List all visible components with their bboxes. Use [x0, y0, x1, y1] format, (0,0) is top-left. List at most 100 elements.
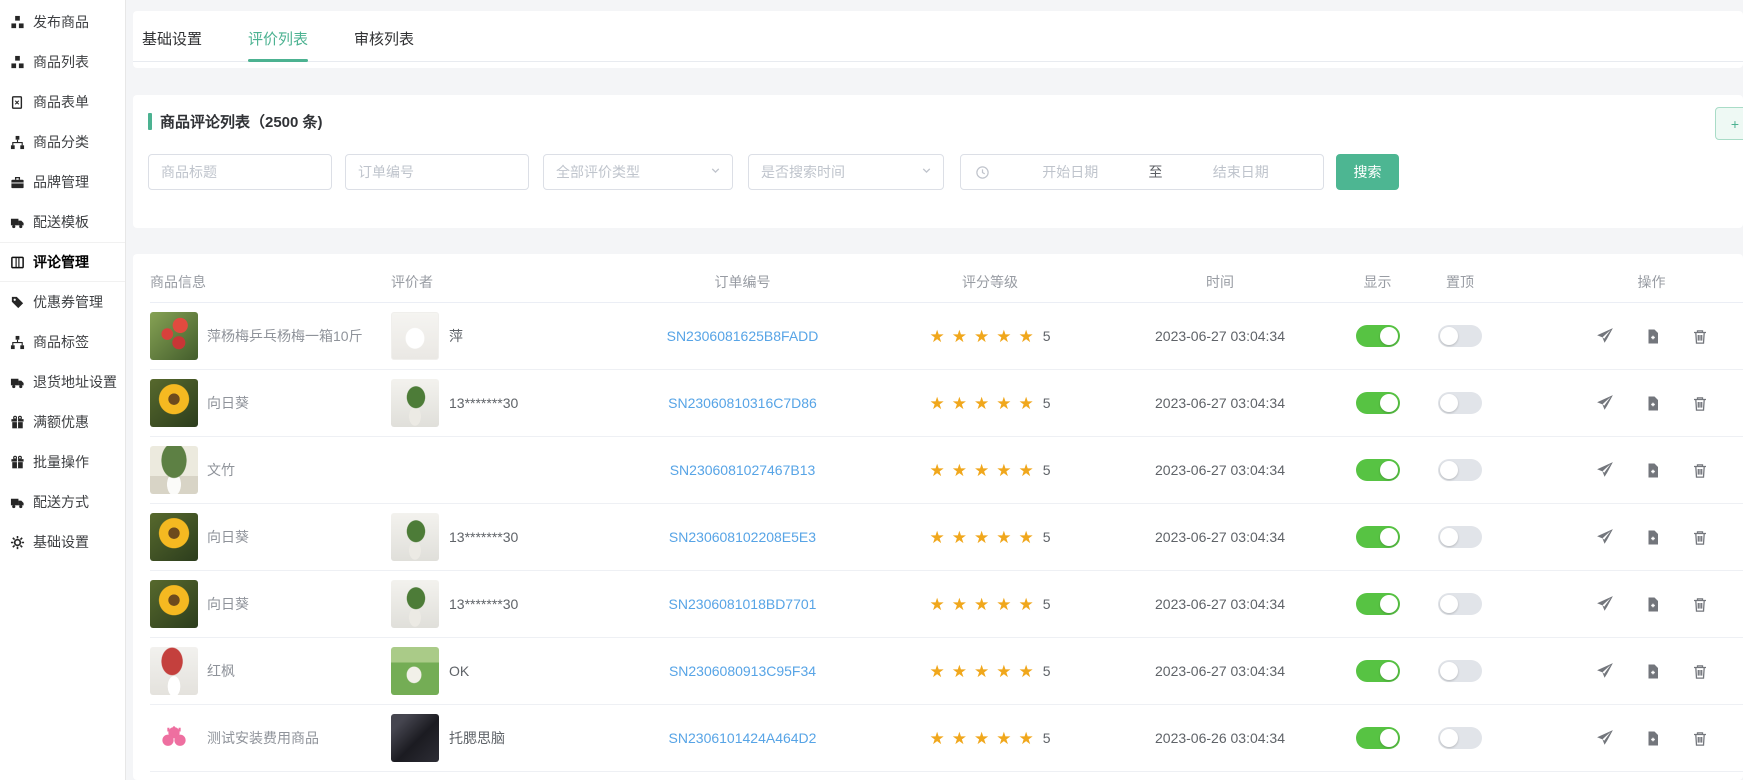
order-number-link[interactable]: SN2306081018BD7701: [669, 596, 817, 612]
sidebar-item-product-form[interactable]: 商品表单: [0, 82, 125, 122]
tab-review-list[interactable]: 评价列表: [248, 28, 308, 61]
pin-toggle[interactable]: [1438, 325, 1482, 347]
delete-trash-icon[interactable]: [1692, 730, 1708, 747]
copy-add-file-icon[interactable]: [1645, 462, 1661, 479]
sidebar-item-product-category[interactable]: 商品分类: [0, 122, 125, 162]
delete-trash-icon[interactable]: [1692, 395, 1708, 412]
order-number-link[interactable]: SN2306081625B8FADD: [667, 328, 819, 344]
pin-toggle[interactable]: [1438, 593, 1482, 615]
copy-add-file-icon[interactable]: [1645, 328, 1661, 345]
product-cell: 向日葵: [150, 379, 385, 427]
sidebar-item-label: 满额优惠: [33, 412, 89, 432]
rating-value: 5: [1043, 730, 1051, 746]
sidebar-item-delivery-template[interactable]: 配送模板: [0, 202, 125, 242]
sidebar-item-basic-settings[interactable]: 基础设置: [0, 522, 125, 562]
delete-trash-icon[interactable]: [1692, 462, 1708, 479]
sidebar-item-delivery-method[interactable]: 配送方式: [0, 482, 125, 522]
actions-cell: [1500, 595, 1743, 613]
order-number-link[interactable]: SN2306080913C95F34: [669, 663, 816, 679]
tab-bar: 基础设置 评价列表 审核列表: [133, 11, 1743, 62]
delete-trash-icon[interactable]: [1692, 663, 1708, 680]
sidebar-item-product-list[interactable]: 商品列表: [0, 42, 125, 82]
product-image: [150, 647, 198, 695]
briefcase-icon: [9, 174, 25, 190]
delete-trash-icon[interactable]: [1692, 529, 1708, 546]
sidebar-item-batch-operations[interactable]: 批量操作: [0, 442, 125, 482]
order-number-link[interactable]: SN2306081027467B13: [670, 462, 816, 478]
filter-bar: 全部评价类型 是否搜索时间 开始日期 至 结束日期 搜索: [148, 154, 1743, 190]
copy-add-file-icon[interactable]: [1645, 596, 1661, 613]
star-rating-icons: ★★★★★: [930, 596, 1041, 613]
order-number-link[interactable]: SN230608102208E5E3: [669, 529, 816, 545]
reply-send-icon[interactable]: [1596, 327, 1614, 345]
toggle-knob: [1380, 327, 1398, 345]
rating-value: 5: [1043, 596, 1051, 612]
reply-send-icon[interactable]: [1596, 394, 1614, 412]
table-row: 红枫 OK SN2306080913C95F34 ★★★★★ 5 2023-06…: [150, 638, 1743, 705]
copy-add-file-icon[interactable]: [1645, 529, 1661, 546]
truck-icon: [9, 374, 25, 390]
show-toggle[interactable]: [1356, 392, 1400, 414]
sidebar-item-comment-management[interactable]: 评论管理: [0, 242, 125, 282]
sidebar-item-brand-management[interactable]: 品牌管理: [0, 162, 125, 202]
search-button[interactable]: 搜索: [1336, 154, 1399, 190]
table-row: 萍杨梅乒乓杨梅一箱10斤 萍 SN2306081625B8FADD ★★★★★ …: [150, 303, 1743, 370]
delete-trash-icon[interactable]: [1692, 328, 1708, 345]
reviewer-avatar: [391, 379, 439, 427]
reply-send-icon[interactable]: [1596, 528, 1614, 546]
add-comment-button[interactable]: + 新增: [1715, 107, 1743, 140]
date-range-picker[interactable]: 开始日期 至 结束日期: [960, 154, 1324, 190]
sidebar-item-coupon-management[interactable]: 优惠券管理: [0, 282, 125, 322]
copy-add-file-icon[interactable]: [1645, 730, 1661, 747]
order-number-link[interactable]: SN2306101424A464D2: [669, 730, 817, 746]
delete-trash-icon[interactable]: [1692, 596, 1708, 613]
show-toggle[interactable]: [1356, 727, 1400, 749]
reply-send-icon[interactable]: [1596, 662, 1614, 680]
search-time-select[interactable]: 是否搜索时间: [748, 154, 944, 190]
product-title: 文竹: [207, 460, 235, 480]
product-title: 向日葵: [207, 594, 249, 614]
toggle-knob: [1440, 662, 1458, 680]
reply-send-icon[interactable]: [1596, 595, 1614, 613]
tab-audit-list[interactable]: 审核列表: [354, 28, 414, 61]
col-header-time: 时间: [1105, 272, 1335, 292]
show-toggle[interactable]: [1356, 325, 1400, 347]
show-toggle[interactable]: [1356, 593, 1400, 615]
product-image: [150, 446, 198, 494]
pin-toggle[interactable]: [1438, 526, 1482, 548]
product-title: 红枫: [207, 661, 235, 681]
review-type-select[interactable]: 全部评价类型: [543, 154, 733, 190]
pin-toggle[interactable]: [1438, 459, 1482, 481]
col-header-rating: 评分等级: [875, 272, 1105, 292]
show-toggle[interactable]: [1356, 459, 1400, 481]
cubes-icon: [9, 14, 25, 30]
pin-toggle[interactable]: [1438, 727, 1482, 749]
sidebar: 发布商品 商品列表 商品表单 商品分类 品牌管理 配送模板 评论管理 优惠券管: [0, 0, 126, 780]
rating-value: 5: [1043, 462, 1051, 478]
copy-add-file-icon[interactable]: [1645, 395, 1661, 412]
reply-send-icon[interactable]: [1596, 729, 1614, 747]
main-content: 基础设置 评价列表 审核列表 商品评论列表（2500 条) + 新增: [126, 0, 1743, 780]
star-rating-icons: ★★★★★: [930, 328, 1041, 345]
pin-toggle[interactable]: [1438, 392, 1482, 414]
order-number-link[interactable]: SN23060810316C7D86: [668, 395, 817, 411]
pin-toggle[interactable]: [1438, 660, 1482, 682]
show-toggle[interactable]: [1356, 660, 1400, 682]
cubes-icon: [9, 54, 25, 70]
sidebar-item-return-address-settings[interactable]: 退货地址设置: [0, 362, 125, 402]
show-toggle[interactable]: [1356, 526, 1400, 548]
product-title-input[interactable]: [148, 154, 332, 190]
sidebar-item-label: 商品列表: [33, 52, 89, 72]
reply-send-icon[interactable]: [1596, 461, 1614, 479]
title-accent-bar: [148, 113, 152, 130]
review-time: 2023-06-27 03:04:34: [1105, 462, 1335, 478]
copy-add-file-icon[interactable]: [1645, 663, 1661, 680]
sidebar-item-full-discount[interactable]: 满额优惠: [0, 402, 125, 442]
sidebar-item-label: 优惠券管理: [33, 292, 103, 312]
sidebar-item-product-tags[interactable]: 商品标签: [0, 322, 125, 362]
sidebar-item-publish-product[interactable]: 发布商品: [0, 2, 125, 42]
order-number-input[interactable]: [345, 154, 529, 190]
product-image: [150, 714, 198, 762]
tab-basic-settings[interactable]: 基础设置: [142, 28, 202, 61]
sidebar-item-label: 发布商品: [33, 12, 89, 32]
